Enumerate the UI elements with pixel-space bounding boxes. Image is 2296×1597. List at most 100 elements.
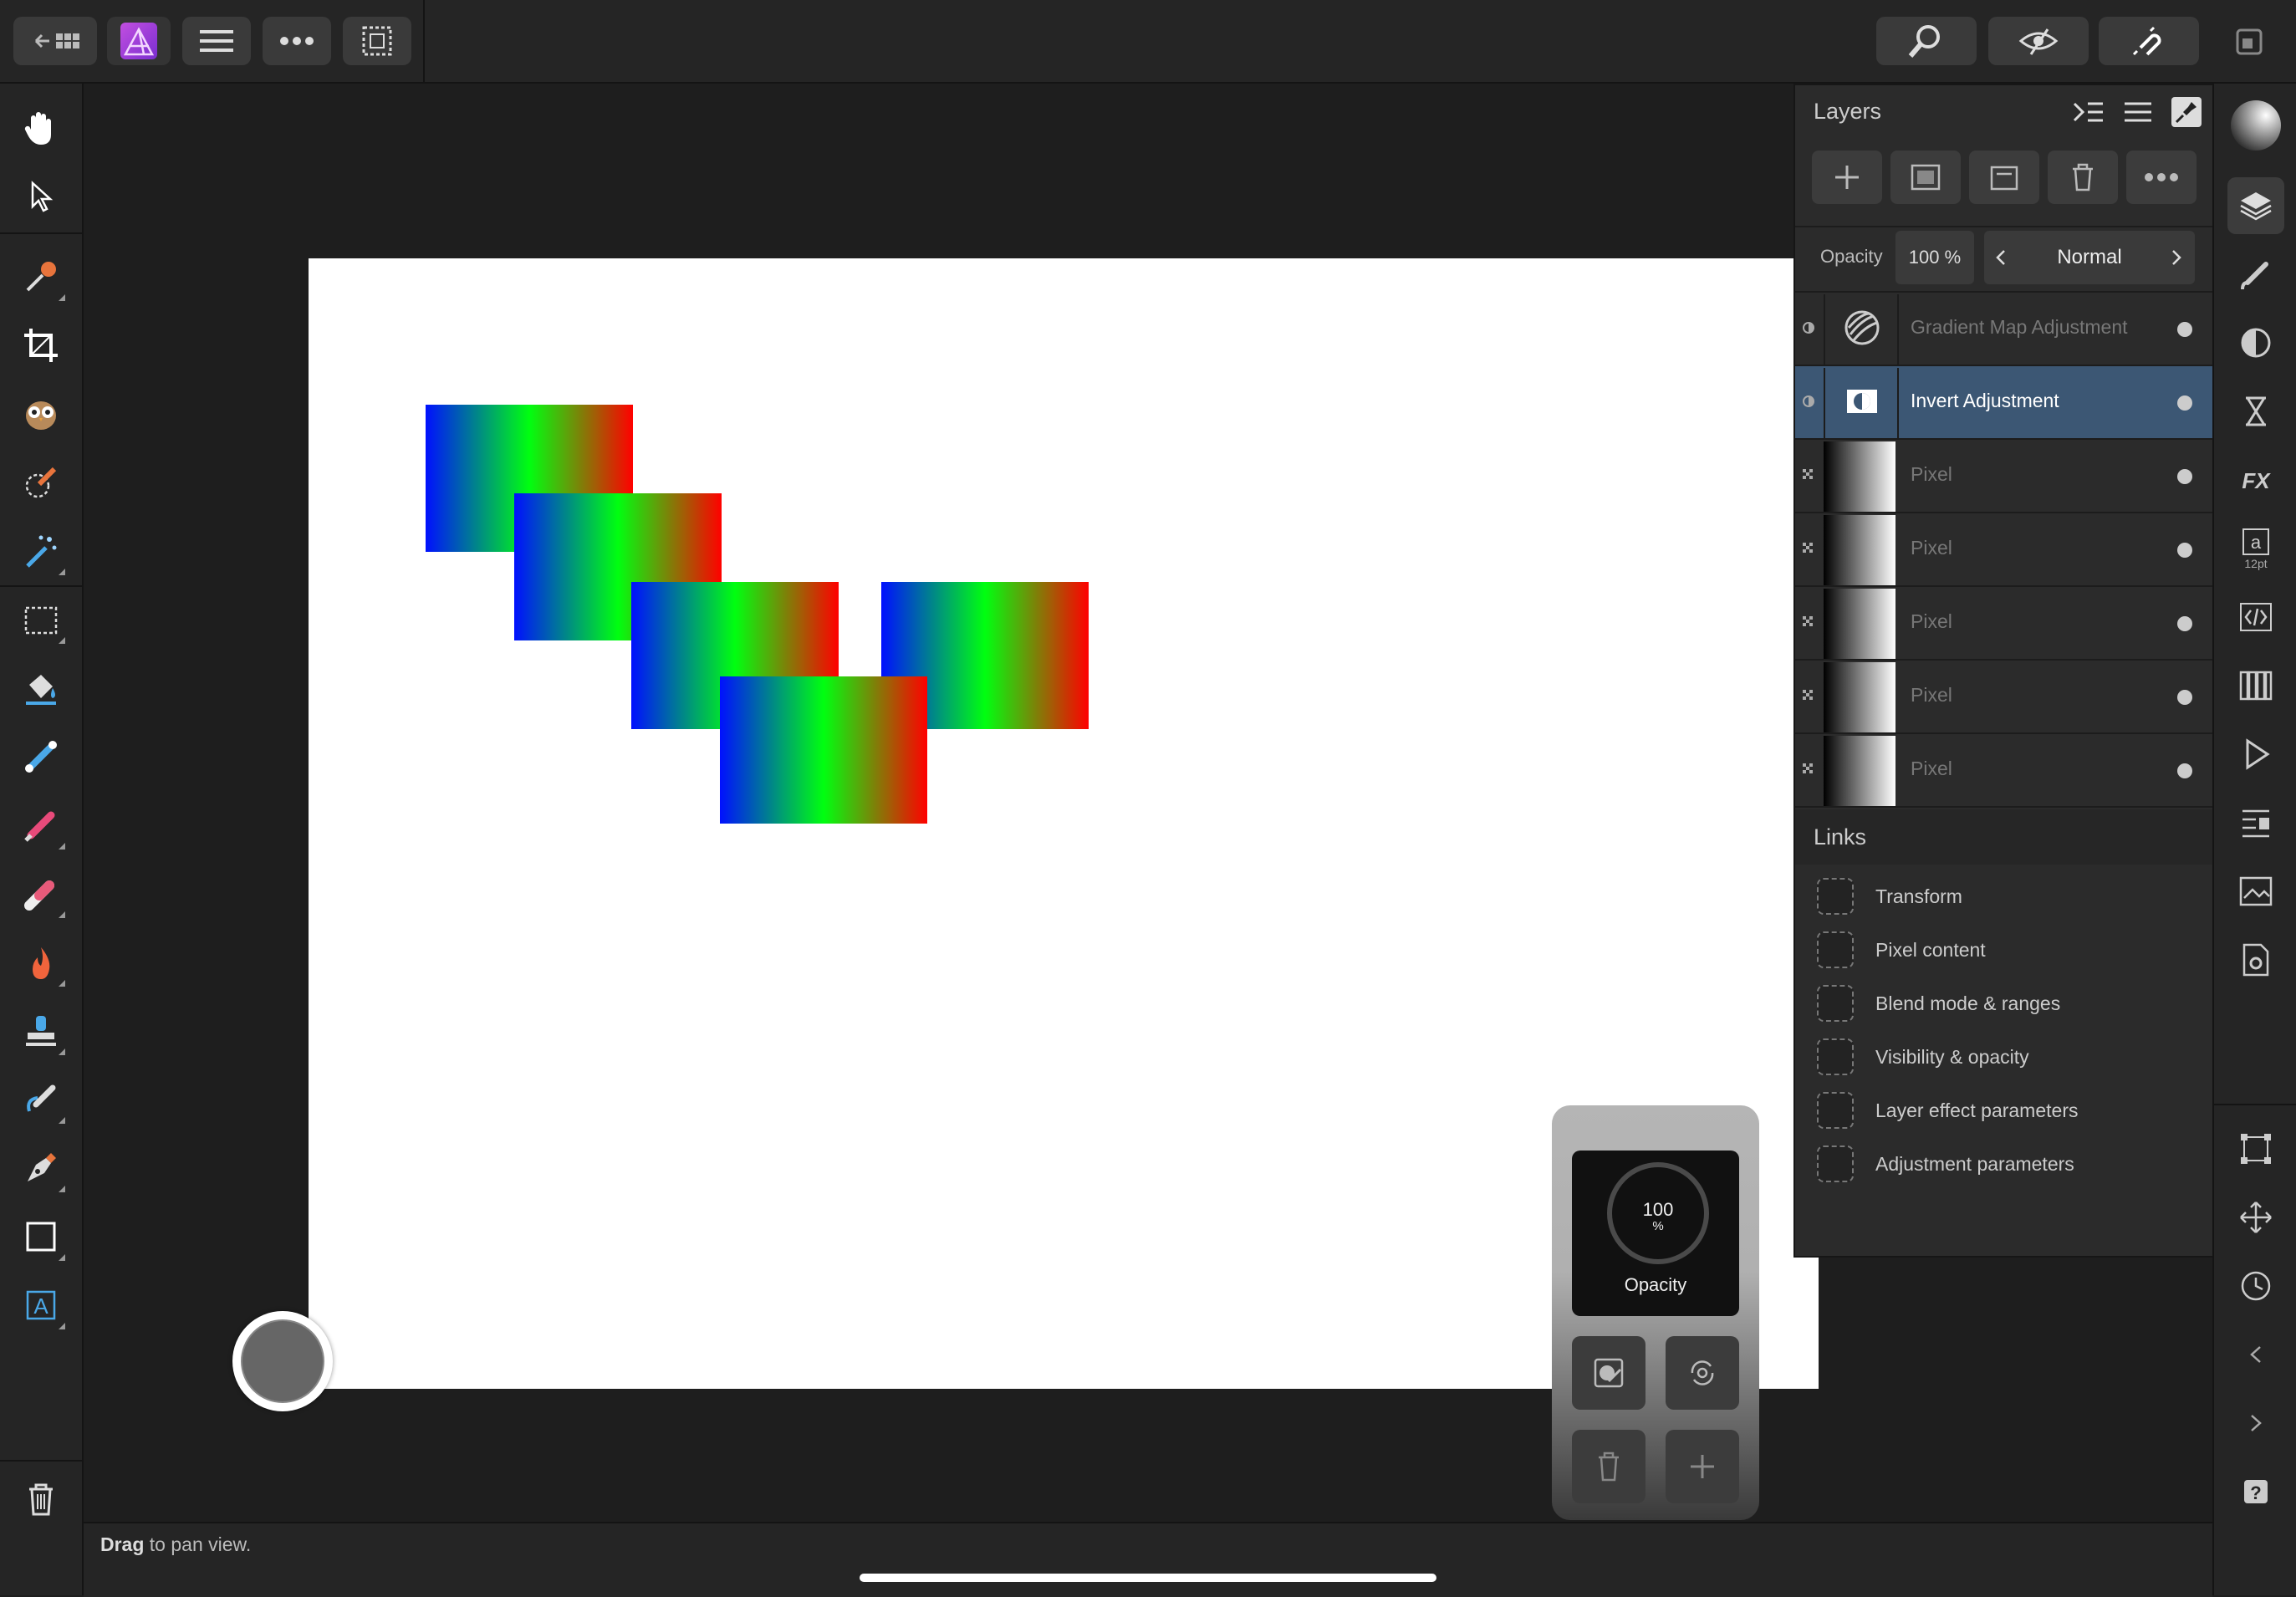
layer-row[interactable]: Pixel	[1795, 661, 2214, 734]
code-icon	[2240, 603, 2272, 631]
layer-options-button[interactable]	[2126, 151, 2197, 204]
history-studio-button[interactable]	[2227, 383, 2284, 440]
magic-wand-tool[interactable]	[12, 522, 70, 580]
layer-visibility-toggle[interactable]	[2177, 690, 2192, 705]
hud-add-button[interactable]	[1666, 1430, 1739, 1503]
checkbox[interactable]	[1817, 1092, 1854, 1129]
quick-menu-button[interactable]	[232, 1311, 333, 1411]
flood-select-tool[interactable]	[12, 453, 70, 512]
layer-row[interactable]: Pixel	[1795, 734, 2214, 808]
layer-row[interactable]: Gradient Map Adjustment	[1795, 293, 2214, 366]
layer-name: Invert Adjustment	[1911, 390, 2059, 411]
artistic-text-tool[interactable]: A	[12, 1276, 70, 1334]
checkbox[interactable]	[1817, 1038, 1854, 1075]
crop-tool[interactable]	[12, 316, 70, 375]
layer-thumbnail	[1824, 441, 1895, 512]
link-adjustment-checkbox[interactable]: Adjustment parameters	[1817, 1144, 2074, 1184]
brushes-studio-button[interactable]	[2227, 246, 2284, 303]
checkbox[interactable]	[1817, 985, 1854, 1022]
history-scrubber-button[interactable]	[2227, 1258, 2284, 1314]
erase-brush-tool[interactable]	[12, 865, 70, 923]
smudge-brush-tool[interactable]	[12, 1070, 70, 1129]
stock-studio-button[interactable]	[2227, 863, 2284, 920]
blend-mode-selector[interactable]: Normal	[1984, 231, 2195, 284]
refresh-gear-icon	[1691, 1360, 1714, 1385]
layer-row[interactable]: Invert Adjustment	[1795, 366, 2214, 440]
redo-button[interactable]	[2227, 1395, 2284, 1452]
checkbox[interactable]	[1817, 878, 1854, 915]
color-picker-tool[interactable]	[12, 247, 70, 306]
paint-brush-tool[interactable]	[12, 796, 70, 855]
layer-visibility-toggle[interactable]	[2177, 543, 2192, 558]
effects-studio-button[interactable]: FX	[2227, 452, 2284, 508]
layer-visibility-toggle[interactable]	[2177, 763, 2192, 778]
menu-button[interactable]	[182, 17, 251, 65]
layer-row[interactable]: Pixel	[1795, 587, 2214, 661]
selection-button[interactable]	[343, 17, 411, 65]
more-options-button[interactable]	[263, 17, 331, 65]
opacity-dial[interactable]: 100 %	[1607, 1162, 1709, 1264]
opacity-dial-panel[interactable]: 100 % Opacity	[1572, 1151, 1739, 1316]
opacity-field[interactable]: 100 %	[1895, 231, 1974, 284]
snapping-button[interactable]	[2099, 17, 2199, 65]
layers-menu-button[interactable]	[2121, 97, 2155, 127]
pin-panel-button[interactable]	[2171, 97, 2202, 127]
transform-studio-button[interactable]	[2227, 1120, 2284, 1177]
view-tool[interactable]	[12, 99, 70, 157]
link-transform-checkbox[interactable]: Transform	[1817, 876, 1962, 916]
pen-tool[interactable]	[12, 1139, 70, 1197]
info-studio-button[interactable]	[2227, 794, 2284, 851]
selection-brush-tool[interactable]	[12, 385, 70, 443]
zoom-button[interactable]	[1876, 17, 1977, 65]
back-to-documents-button[interactable]	[13, 17, 97, 65]
layer-visibility-toggle[interactable]	[2177, 616, 2192, 631]
layer-visibility-toggle[interactable]	[2177, 469, 2192, 484]
reset-adjustment-button[interactable]	[1666, 1336, 1739, 1410]
view-mode-button[interactable]	[1988, 17, 2089, 65]
link-blend-mode-checkbox[interactable]: Blend mode & ranges	[1817, 983, 2060, 1023]
adjustments-studio-button[interactable]	[2227, 314, 2284, 371]
macros-studio-button[interactable]	[2227, 589, 2284, 645]
color-studio-button[interactable]	[2227, 97, 2284, 154]
edit-adjustment-button[interactable]	[1572, 1336, 1645, 1410]
layers-panel-title: Layers	[1814, 99, 1882, 124]
layer-visibility-toggle[interactable]	[2177, 322, 2192, 337]
pixel-layer-icon	[1803, 763, 1813, 773]
link-pixel-content-checkbox[interactable]: Pixel content	[1817, 930, 1986, 970]
fill-tool[interactable]	[12, 659, 70, 717]
delete-button[interactable]	[12, 1470, 70, 1528]
document-settings-button[interactable]	[2227, 931, 2284, 988]
rectangle-tool[interactable]	[12, 1207, 70, 1266]
text-style-icon: a	[2242, 528, 2269, 555]
move-tool[interactable]	[12, 167, 70, 226]
burn-tool[interactable]	[12, 933, 70, 992]
layer-row[interactable]: Pixel	[1795, 513, 2214, 587]
layer-visibility-toggle[interactable]	[2177, 395, 2192, 411]
layers-collapse-button[interactable]	[2071, 97, 2105, 127]
play-icon	[2246, 738, 2270, 770]
delete-layer-button[interactable]	[2048, 151, 2118, 204]
group-layers-button[interactable]	[1969, 151, 2039, 204]
rectangular-marquee-tool[interactable]	[12, 590, 70, 649]
list-icon	[2125, 102, 2151, 122]
link-layer-effect-checkbox[interactable]: Layer effect parameters	[1817, 1090, 2078, 1130]
hud-delete-button[interactable]	[1572, 1430, 1645, 1503]
checkbox[interactable]	[1817, 1145, 1854, 1182]
clone-brush-tool[interactable]	[12, 1002, 70, 1060]
move-nudge-button[interactable]	[2227, 1189, 2284, 1246]
undo-button[interactable]	[2227, 1326, 2284, 1383]
layers-studio-button[interactable]	[2227, 177, 2284, 234]
navigator-studio-button[interactable]	[2227, 726, 2284, 783]
add-mask-button[interactable]	[1890, 151, 1961, 204]
photo-persona-button[interactable]	[107, 17, 171, 65]
gradient-pixel-layer[interactable]	[720, 676, 927, 824]
character-studio-button[interactable]: a 12pt	[2227, 520, 2284, 577]
link-visibility-checkbox[interactable]: Visibility & opacity	[1817, 1037, 2029, 1077]
add-layer-button[interactable]	[1812, 151, 1882, 204]
channels-studio-button[interactable]	[2227, 657, 2284, 714]
fullscreen-button[interactable]	[2234, 27, 2264, 57]
help-button[interactable]: ?	[2227, 1463, 2284, 1520]
layer-row[interactable]: Pixel	[1795, 440, 2214, 513]
gradient-tool[interactable]	[12, 727, 70, 786]
checkbox[interactable]	[1817, 931, 1854, 968]
